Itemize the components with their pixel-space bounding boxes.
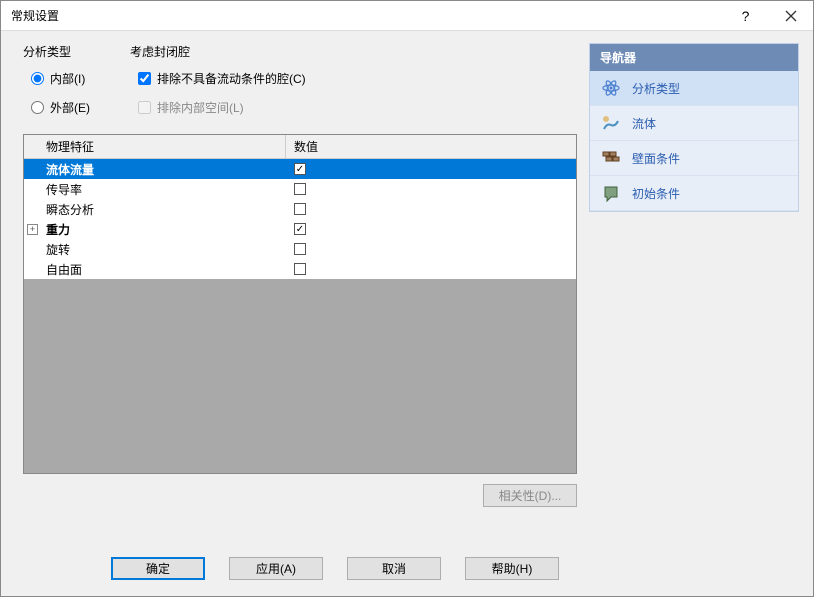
- nav-item-label: 壁面条件: [632, 150, 680, 167]
- row-checkbox[interactable]: [294, 263, 306, 275]
- check-exclude-no-flow[interactable]: 排除不具备流动条件的腔(C): [138, 70, 306, 87]
- row-checkbox[interactable]: ✓: [294, 223, 306, 235]
- cancel-button[interactable]: 取消: [347, 557, 441, 580]
- nav-item-1[interactable]: 流体: [590, 106, 798, 141]
- row-checkbox[interactable]: [294, 183, 306, 195]
- row-checkbox[interactable]: [294, 243, 306, 255]
- row-label: 流体流量: [46, 161, 94, 178]
- table-row[interactable]: 自由面: [24, 259, 576, 279]
- row-label: 传导率: [46, 181, 82, 198]
- col-header-value: 数值: [286, 135, 576, 158]
- nav-item-label: 分析类型: [632, 80, 680, 97]
- dependency-button[interactable]: 相关性(D)...: [483, 484, 577, 507]
- analysis-type-group: 分析类型 内部(I) 外部(E): [23, 43, 90, 128]
- nav-item-label: 流体: [632, 115, 656, 132]
- fluid-icon: [600, 112, 622, 134]
- apply-button[interactable]: 应用(A): [229, 557, 323, 580]
- table-row[interactable]: 旋转: [24, 239, 576, 259]
- help-footer-button[interactable]: 帮助(H): [465, 557, 559, 580]
- navigator-panel: 导航器 分析类型流体壁面条件初始条件: [589, 43, 799, 212]
- radio-external-input[interactable]: [31, 101, 44, 114]
- radio-external[interactable]: 外部(E): [31, 99, 90, 116]
- nav-item-label: 初始条件: [632, 185, 680, 202]
- analysis-type-legend: 分析类型: [23, 43, 90, 60]
- dialog-footer: 确定 应用(A) 取消 帮助(H): [1, 542, 813, 594]
- row-label: 自由面: [46, 261, 82, 278]
- window-title: 常规设置: [11, 7, 723, 24]
- close-button[interactable]: [768, 1, 813, 31]
- row-label: 重力: [46, 221, 70, 238]
- physics-table: 物理特征 数值 流体流量 ✓ 传导率瞬态分析 + 重力 ✓ 旋转自由面: [23, 134, 577, 474]
- ok-button[interactable]: 确定: [111, 557, 205, 580]
- titlebar: 常规设置 ?: [1, 1, 813, 31]
- row-label: 旋转: [46, 241, 70, 258]
- cavity-legend: 考虑封闭腔: [130, 43, 306, 60]
- table-row[interactable]: 流体流量 ✓: [24, 159, 576, 179]
- table-row[interactable]: 瞬态分析: [24, 199, 576, 219]
- nav-item-0[interactable]: 分析类型: [590, 71, 798, 106]
- col-header-name: 物理特征: [24, 135, 286, 158]
- cavity-group: 考虑封闭腔 排除不具备流动条件的腔(C) 排除内部空间(L): [130, 43, 306, 128]
- expand-icon[interactable]: +: [27, 224, 38, 235]
- radio-internal-input[interactable]: [31, 72, 44, 85]
- help-button[interactable]: ?: [723, 1, 768, 31]
- table-header: 物理特征 数值: [24, 135, 576, 159]
- radio-internal[interactable]: 内部(I): [31, 70, 90, 87]
- init-icon: [600, 182, 622, 204]
- check-exclude-no-flow-input[interactable]: [138, 72, 151, 85]
- check-exclude-internal: 排除内部空间(L): [138, 99, 306, 116]
- navigator-header: 导航器: [590, 44, 798, 71]
- wall-icon: [600, 147, 622, 169]
- close-icon: [785, 10, 797, 22]
- row-label: 瞬态分析: [46, 201, 94, 218]
- nav-item-3[interactable]: 初始条件: [590, 176, 798, 211]
- nav-item-2[interactable]: 壁面条件: [590, 141, 798, 176]
- table-row[interactable]: 传导率: [24, 179, 576, 199]
- check-exclude-internal-input: [138, 101, 151, 114]
- row-checkbox[interactable]: [294, 203, 306, 215]
- atom-icon: [600, 77, 622, 99]
- row-checkbox[interactable]: ✓: [294, 163, 306, 175]
- table-row[interactable]: + 重力 ✓: [24, 219, 576, 239]
